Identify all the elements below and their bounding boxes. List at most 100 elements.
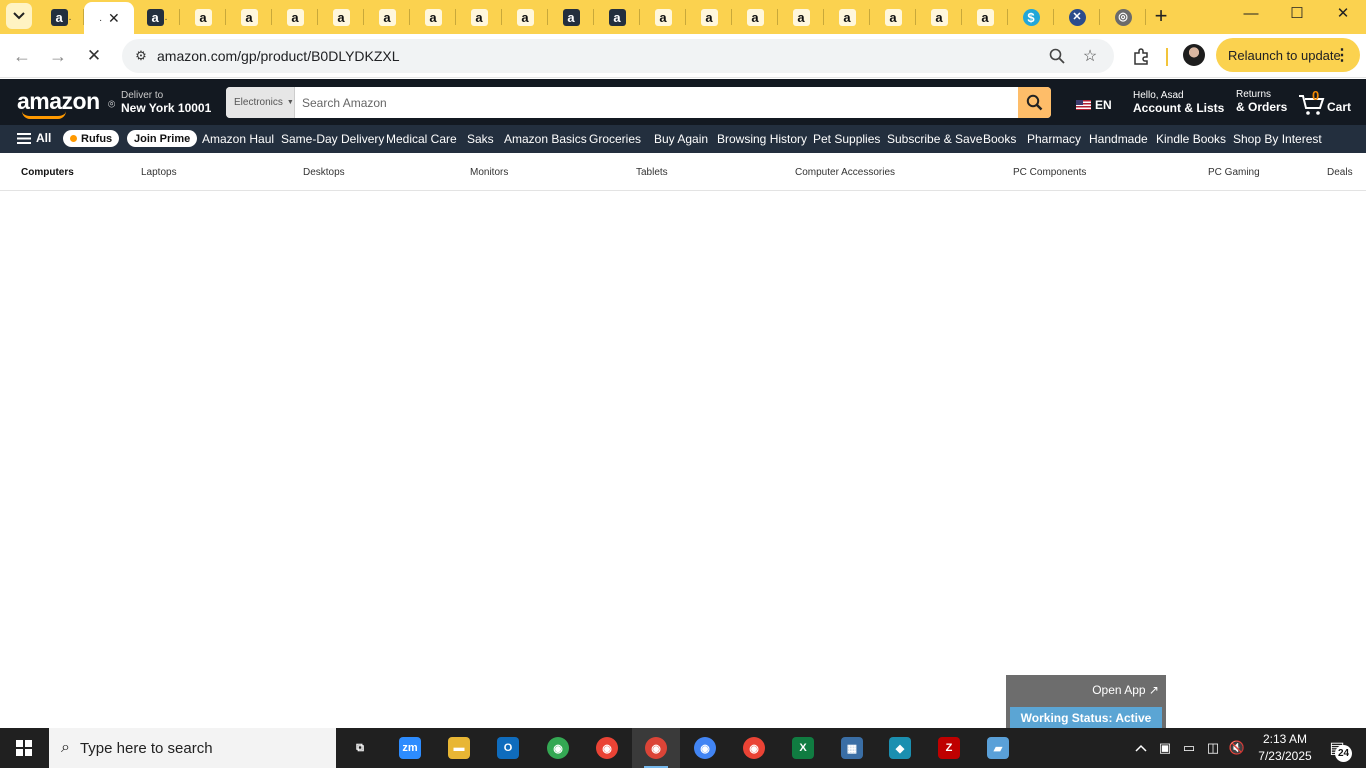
new-tab-button[interactable]: + xyxy=(1148,3,1174,29)
show-hidden-icons-chevron-icon[interactable] xyxy=(1132,728,1150,768)
taskbar-app-filezilla[interactable]: Z xyxy=(925,728,973,768)
taskbar-app-outlook[interactable]: O xyxy=(484,728,532,768)
subnav-item-pc-components[interactable]: PC Components xyxy=(1013,167,1086,178)
taskbar-app-zoom[interactable]: zm xyxy=(386,728,434,768)
maximize-button[interactable]: ☐ xyxy=(1274,0,1320,26)
tab-search-button[interactable] xyxy=(6,3,32,29)
nav-item-amazon-haul[interactable]: Amazon Haul xyxy=(202,132,274,146)
network-icon[interactable]: ◫ xyxy=(1203,728,1223,768)
volume-muted-icon[interactable]: 🔇 xyxy=(1227,728,1247,768)
browser-tab[interactable]: a xyxy=(778,0,824,34)
minimize-button[interactable]: — xyxy=(1228,0,1274,26)
browser-tab[interactable]: a xyxy=(456,0,502,34)
taskbar-app-chrome[interactable]: ◉ xyxy=(534,728,582,768)
battery-icon[interactable]: ▭ xyxy=(1179,728,1199,768)
returns-and-orders[interactable]: Returns & Orders xyxy=(1236,89,1287,114)
nav-item-kindle-books[interactable]: Kindle Books xyxy=(1156,132,1226,146)
taskbar-search-box[interactable]: ⌕ Type here to search xyxy=(49,728,336,768)
browser-tab[interactable]: a xyxy=(686,0,732,34)
site-info-icon[interactable]: ⚙ xyxy=(128,43,154,69)
close-window-button[interactable]: ✕ xyxy=(1320,0,1366,26)
nav-item-medical-care[interactable]: Medical Care xyxy=(386,132,457,146)
close-tab-icon[interactable]: ✕ xyxy=(108,10,120,27)
subnav-item-deals[interactable]: Deals xyxy=(1327,167,1353,178)
browser-tab[interactable]: a. xyxy=(38,0,84,34)
notification-center-icon[interactable]: ▤ 24 xyxy=(1322,736,1352,762)
subnav-item-desktops[interactable]: Desktops xyxy=(303,167,345,178)
taskbar-app-diamond-app[interactable]: ◆ xyxy=(876,728,924,768)
meet-now-icon[interactable]: ▣ xyxy=(1155,728,1175,768)
taskbar-app-notes-app[interactable]: ▰ xyxy=(974,728,1022,768)
search-input[interactable] xyxy=(296,87,1018,118)
browser-tab[interactable]: a xyxy=(410,0,456,34)
tab-active[interactable]: . ✕ xyxy=(84,2,134,34)
search-category-dropdown[interactable]: Electronics ▼ xyxy=(226,87,295,118)
browser-tab[interactable]: a xyxy=(226,0,272,34)
taskbar-app-chrome[interactable]: ◉ xyxy=(681,728,729,768)
nav-item-books[interactable]: Books xyxy=(983,132,1016,146)
browser-tab[interactable]: a xyxy=(824,0,870,34)
nav-item-amazon-basics[interactable]: Amazon Basics xyxy=(504,132,587,146)
browser-tab[interactable]: a xyxy=(180,0,226,34)
nav-item-subscribe-save[interactable]: Subscribe & Save xyxy=(887,132,982,146)
nav-item-same-day-delivery[interactable]: Same-Day Delivery xyxy=(281,132,384,146)
browser-tab[interactable]: a. xyxy=(134,0,180,34)
browser-tab[interactable]: a xyxy=(318,0,364,34)
browser-tab[interactable]: ✕ xyxy=(1054,0,1100,34)
nav-all-menu[interactable]: All xyxy=(17,131,51,145)
back-button[interactable]: ← xyxy=(8,42,36,70)
stop-loading-button[interactable]: ✕ xyxy=(80,42,108,70)
browser-tab[interactable]: a xyxy=(916,0,962,34)
subnav-item-laptops[interactable]: Laptops xyxy=(141,167,177,178)
nav-item-shop-by-interest[interactable]: Shop By Interest xyxy=(1233,132,1322,146)
bookmark-star-icon[interactable]: ☆ xyxy=(1078,44,1102,68)
relaunch-button[interactable]: Relaunch to update ⋮ xyxy=(1216,38,1360,72)
search-button[interactable] xyxy=(1018,87,1051,118)
nav-item-handmade[interactable]: Handmade xyxy=(1089,132,1148,146)
taskbar-app-chrome[interactable]: ◉ xyxy=(632,728,680,768)
browser-tab[interactable]: a xyxy=(640,0,686,34)
zoom-icon[interactable] xyxy=(1045,44,1069,68)
nav-item-buy-again[interactable]: Buy Again xyxy=(654,132,708,146)
subnav-item-monitors[interactable]: Monitors xyxy=(470,167,508,178)
browser-tab[interactable]: a xyxy=(502,0,548,34)
taskbar-app-task-view[interactable]: ⧉ xyxy=(336,728,384,768)
browser-tab[interactable]: a xyxy=(272,0,318,34)
browser-tab[interactable]: a xyxy=(594,0,640,34)
join-prime-button[interactable]: Join Prime xyxy=(127,130,198,147)
browser-tab[interactable]: a xyxy=(548,0,594,34)
subnav-item-computers[interactable]: Computers xyxy=(21,167,74,178)
browser-tab[interactable]: $ xyxy=(1008,0,1054,34)
working-status-badge[interactable]: Working Status: Active xyxy=(1010,707,1162,728)
subnav-item-pc-gaming[interactable]: PC Gaming xyxy=(1208,167,1260,178)
more-menu-icon[interactable]: ⋮ xyxy=(1334,45,1350,65)
forward-button[interactable]: → xyxy=(44,42,72,70)
taskbar-app-excel[interactable]: X xyxy=(779,728,827,768)
start-button[interactable] xyxy=(0,728,48,768)
system-clock[interactable]: 2:13 AM 7/23/2025 xyxy=(1252,731,1318,765)
url-text[interactable]: amazon.com/gp/product/B0DLYDKZXL xyxy=(157,48,400,64)
subnav-item-computer-accessories[interactable]: Computer Accessories xyxy=(795,167,895,178)
account-and-lists[interactable]: Hello, Asad Account & Lists xyxy=(1133,90,1224,115)
taskbar-app-chrome[interactable]: ◉ xyxy=(730,728,778,768)
profile-avatar[interactable] xyxy=(1183,44,1205,66)
address-bar[interactable]: ⚙ amazon.com/gp/product/B0DLYDKZXL ☆ xyxy=(122,39,1114,73)
nav-item-browsing-history[interactable]: Browsing History xyxy=(717,132,807,146)
nav-item-pet-supplies[interactable]: Pet Supplies xyxy=(813,132,880,146)
language-selector[interactable]: EN xyxy=(1076,98,1112,112)
cart-button[interactable]: 0 Cart xyxy=(1298,88,1358,118)
browser-tab[interactable]: a xyxy=(364,0,410,34)
subnav-item-tablets[interactable]: Tablets xyxy=(636,167,668,178)
nav-item-groceries[interactable]: Groceries xyxy=(589,132,641,146)
browser-tab[interactable]: a xyxy=(732,0,778,34)
browser-tab[interactable]: a xyxy=(870,0,916,34)
extensions-icon[interactable] xyxy=(1128,42,1154,70)
rufus-button[interactable]: Rufus xyxy=(63,130,120,147)
browser-tab[interactable]: a xyxy=(962,0,1008,34)
browser-tab[interactable]: ◎ xyxy=(1100,0,1146,34)
taskbar-app-calculator[interactable]: ▦ xyxy=(828,728,876,768)
taskbar-app-chrome[interactable]: ◉ xyxy=(583,728,631,768)
taskbar-app-file-explorer[interactable]: ▬ xyxy=(435,728,483,768)
nav-item-saks[interactable]: Saks xyxy=(467,132,494,146)
nav-item-pharmacy[interactable]: Pharmacy xyxy=(1027,132,1081,146)
